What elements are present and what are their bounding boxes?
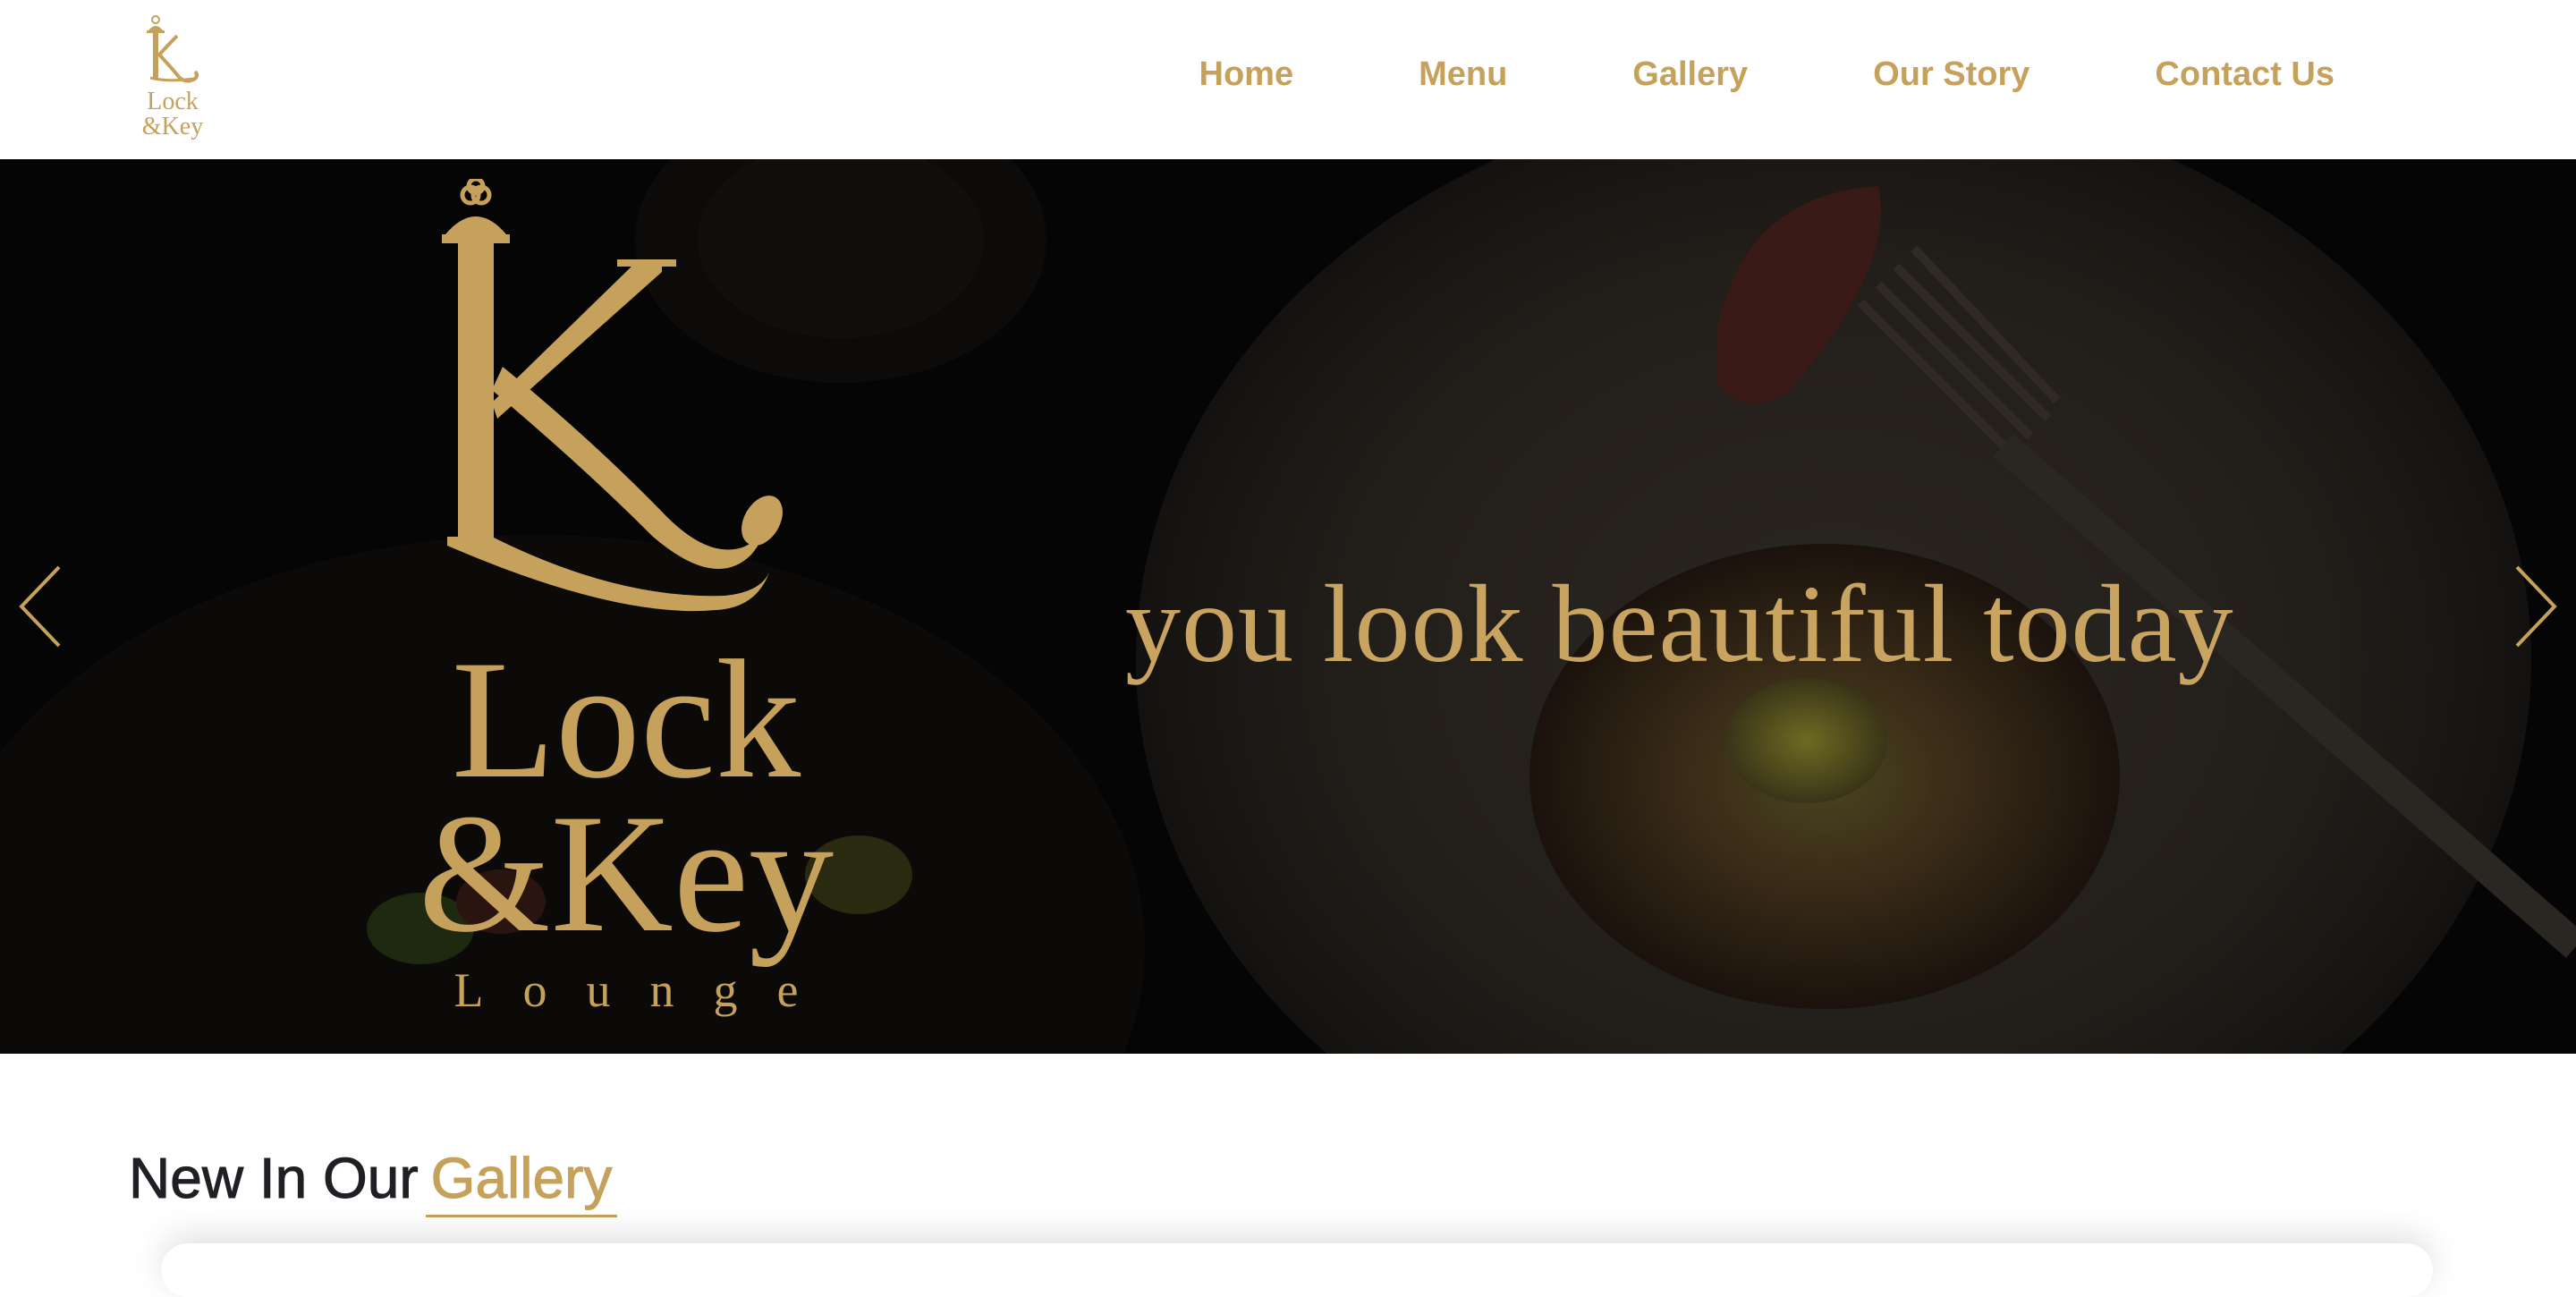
hero-logo: Lock &Key Lounge — [349, 179, 903, 1038]
site-header: Lock &Key Home Menu Gallery Our Story Co… — [0, 0, 2576, 159]
carousel-next-button[interactable] — [2501, 562, 2563, 651]
chevron-left-icon — [19, 565, 61, 648]
header-logo[interactable]: Lock &Key — [132, 14, 213, 145]
chevron-right-icon — [2515, 565, 2557, 648]
cloche-k-logo-icon — [442, 179, 783, 612]
logo-text-key: &Key — [141, 113, 204, 140]
hero-tagline: you look beautiful today — [1125, 563, 2234, 685]
gallery-section-heading: New In Our Gallery — [129, 1145, 618, 1217]
nav-gallery[interactable]: Gallery — [1632, 55, 1748, 94]
wordmark-lounge: Lounge — [453, 963, 838, 1017]
nav-menu[interactable]: Menu — [1419, 55, 1507, 94]
hero-wordmark: Lock &Key Lounge — [349, 626, 903, 1018]
nav-our-story[interactable]: Our Story — [1873, 55, 2029, 94]
main-nav: Home Menu Gallery Our Story Contact Us — [1199, 55, 2335, 94]
gallery-heading-prefix: New In Our — [129, 1146, 419, 1211]
carousel-prev-button[interactable] — [13, 562, 75, 651]
gallery-card — [161, 1243, 2433, 1297]
hero-carousel: Lock &Key Lounge you look beautiful toda… — [0, 159, 2576, 1054]
nav-home[interactable]: Home — [1199, 55, 1294, 94]
key-cloche-icon — [147, 15, 199, 83]
wordmark-lock: Lock — [451, 626, 801, 814]
logo-text-lock: Lock — [147, 88, 199, 115]
nav-contact-us[interactable]: Contact Us — [2155, 55, 2334, 94]
gallery-heading-accent: Gallery — [425, 1145, 618, 1217]
wordmark-key: &Key — [418, 780, 835, 968]
